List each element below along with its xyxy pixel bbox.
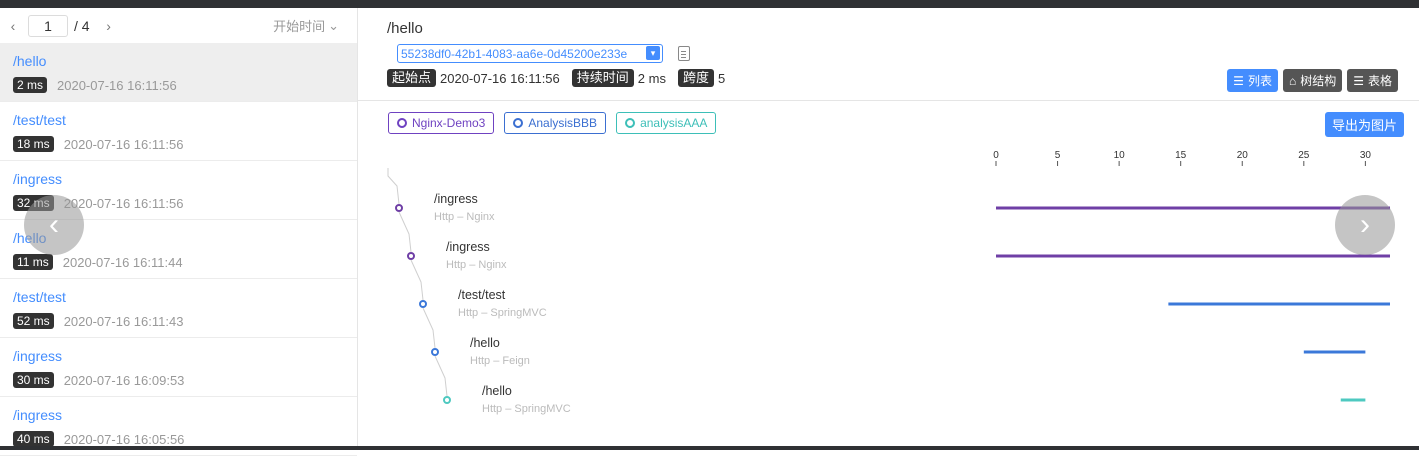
carousel-next-button[interactable]: › xyxy=(1335,195,1395,255)
trace-duration-badge: 11 ms xyxy=(13,254,53,270)
axis-tick-label: 20 xyxy=(1237,150,1249,161)
span-node[interactable] xyxy=(431,348,439,356)
trace-duration-badge: 2 ms xyxy=(13,77,48,93)
chevron-left-icon: ‹ xyxy=(49,208,59,241)
trace-meta: 11 ms 2020-07-16 16:11:44 xyxy=(13,254,357,270)
trace-name: /ingress xyxy=(13,348,63,364)
trace-meta: 52 ms 2020-07-16 16:11:43 xyxy=(13,313,357,329)
axis-tick-label: 15 xyxy=(1175,150,1187,161)
span-name[interactable]: /hello xyxy=(470,336,500,350)
axis-tick-label: 0 xyxy=(993,150,999,161)
trace-list-item[interactable]: /ingress 30 ms 2020-07-16 16:09:53 xyxy=(0,338,357,397)
next-page-icon[interactable]: › xyxy=(102,18,116,34)
trace-timestamp: 2020-07-16 16:09:53 xyxy=(63,372,185,388)
trace-name: /test/test xyxy=(13,112,66,128)
span-type: Http – SpringMVC xyxy=(458,307,547,319)
trace-name: /hello xyxy=(13,53,47,69)
trace-duration-badge: 30 ms xyxy=(13,372,54,388)
trace-duration-badge: 18 ms xyxy=(13,136,54,152)
span-name[interactable]: /hello xyxy=(482,384,512,398)
span-node[interactable] xyxy=(407,252,415,260)
sort-label: 开始时间 xyxy=(273,19,326,34)
trace-list-item[interactable]: /test/test 18 ms 2020-07-16 16:11:56 xyxy=(0,102,357,161)
span-name[interactable]: /test/test xyxy=(458,288,505,302)
span-name[interactable]: /ingress xyxy=(434,192,478,206)
trace-timestamp: 2020-07-16 16:11:43 xyxy=(63,313,184,329)
window-top-bar xyxy=(0,0,1419,8)
trace-list-item[interactable]: /hello 2 ms 2020-07-16 16:11:56 xyxy=(0,43,357,102)
span-node[interactable] xyxy=(419,300,427,308)
trace-name: /ingress xyxy=(13,171,63,187)
span-bar[interactable] xyxy=(996,254,1390,258)
trace-list-item[interactable]: /test/test 52 ms 2020-07-16 16:11:43 xyxy=(0,279,357,338)
span-node[interactable] xyxy=(395,204,403,212)
window-bottom-bar xyxy=(0,446,1419,450)
span-node[interactable] xyxy=(443,396,451,404)
trace-meta: 2 ms 2020-07-16 16:11:56 xyxy=(13,77,357,93)
trace-detail-panel: /hello 55238df0-42b1-4083-aa6e-0d45200e2… xyxy=(358,8,1419,446)
trace-meta: 30 ms 2020-07-16 16:09:53 xyxy=(13,372,357,388)
trace-name: /test/test xyxy=(13,289,66,305)
trace-timestamp: 2020-07-16 16:11:56 xyxy=(63,195,184,211)
axis-tick-label: 5 xyxy=(1055,150,1061,161)
span-type: Http – SpringMVC xyxy=(482,403,571,415)
span-type: Http – Nginx xyxy=(434,211,495,223)
chevron-right-icon: › xyxy=(1360,208,1370,241)
trace-timestamp: 2020-07-16 16:11:56 xyxy=(63,136,184,152)
trace-name: /ingress xyxy=(13,407,63,423)
sort-dropdown[interactable]: 开始时间 ⌄ xyxy=(273,16,339,35)
span-type: Http – Nginx xyxy=(446,259,507,271)
axis-tick-label: 25 xyxy=(1298,150,1310,161)
trace-timeline-chart: 0 5 10 15 20 25 30 xyxy=(387,150,1390,404)
trace-duration-badge: 52 ms xyxy=(13,313,54,329)
span-bar[interactable] xyxy=(1168,302,1390,306)
span-bar[interactable] xyxy=(996,206,1390,210)
axis-tick-label: 30 xyxy=(1360,150,1372,161)
span-bar[interactable] xyxy=(1303,350,1366,354)
trace-meta: 18 ms 2020-07-16 16:11:56 xyxy=(13,136,357,152)
span-name[interactable]: /ingress xyxy=(446,240,490,254)
span-bar[interactable] xyxy=(1340,398,1366,402)
chevron-down-icon: ⌄ xyxy=(328,17,339,33)
carousel-prev-button[interactable]: ‹ xyxy=(24,195,84,255)
trace-timestamp: 2020-07-16 16:11:44 xyxy=(62,254,183,270)
pager: ‹ / 4 › 开始时间 ⌄ xyxy=(0,8,357,43)
page-total: / 4 xyxy=(74,17,90,34)
trace-timestamp: 2020-07-16 16:05:56 xyxy=(63,431,185,447)
trace-meta: 40 ms 2020-07-16 16:05:56 xyxy=(13,431,357,447)
prev-page-icon[interactable]: ‹ xyxy=(6,18,20,34)
span-type: Http – Feign xyxy=(470,355,530,367)
trace-timestamp: 2020-07-16 16:11:56 xyxy=(57,77,177,93)
trace-duration-badge: 40 ms xyxy=(13,431,54,447)
page-number-input[interactable] xyxy=(28,14,68,37)
axis-tick-label: 10 xyxy=(1114,150,1126,161)
